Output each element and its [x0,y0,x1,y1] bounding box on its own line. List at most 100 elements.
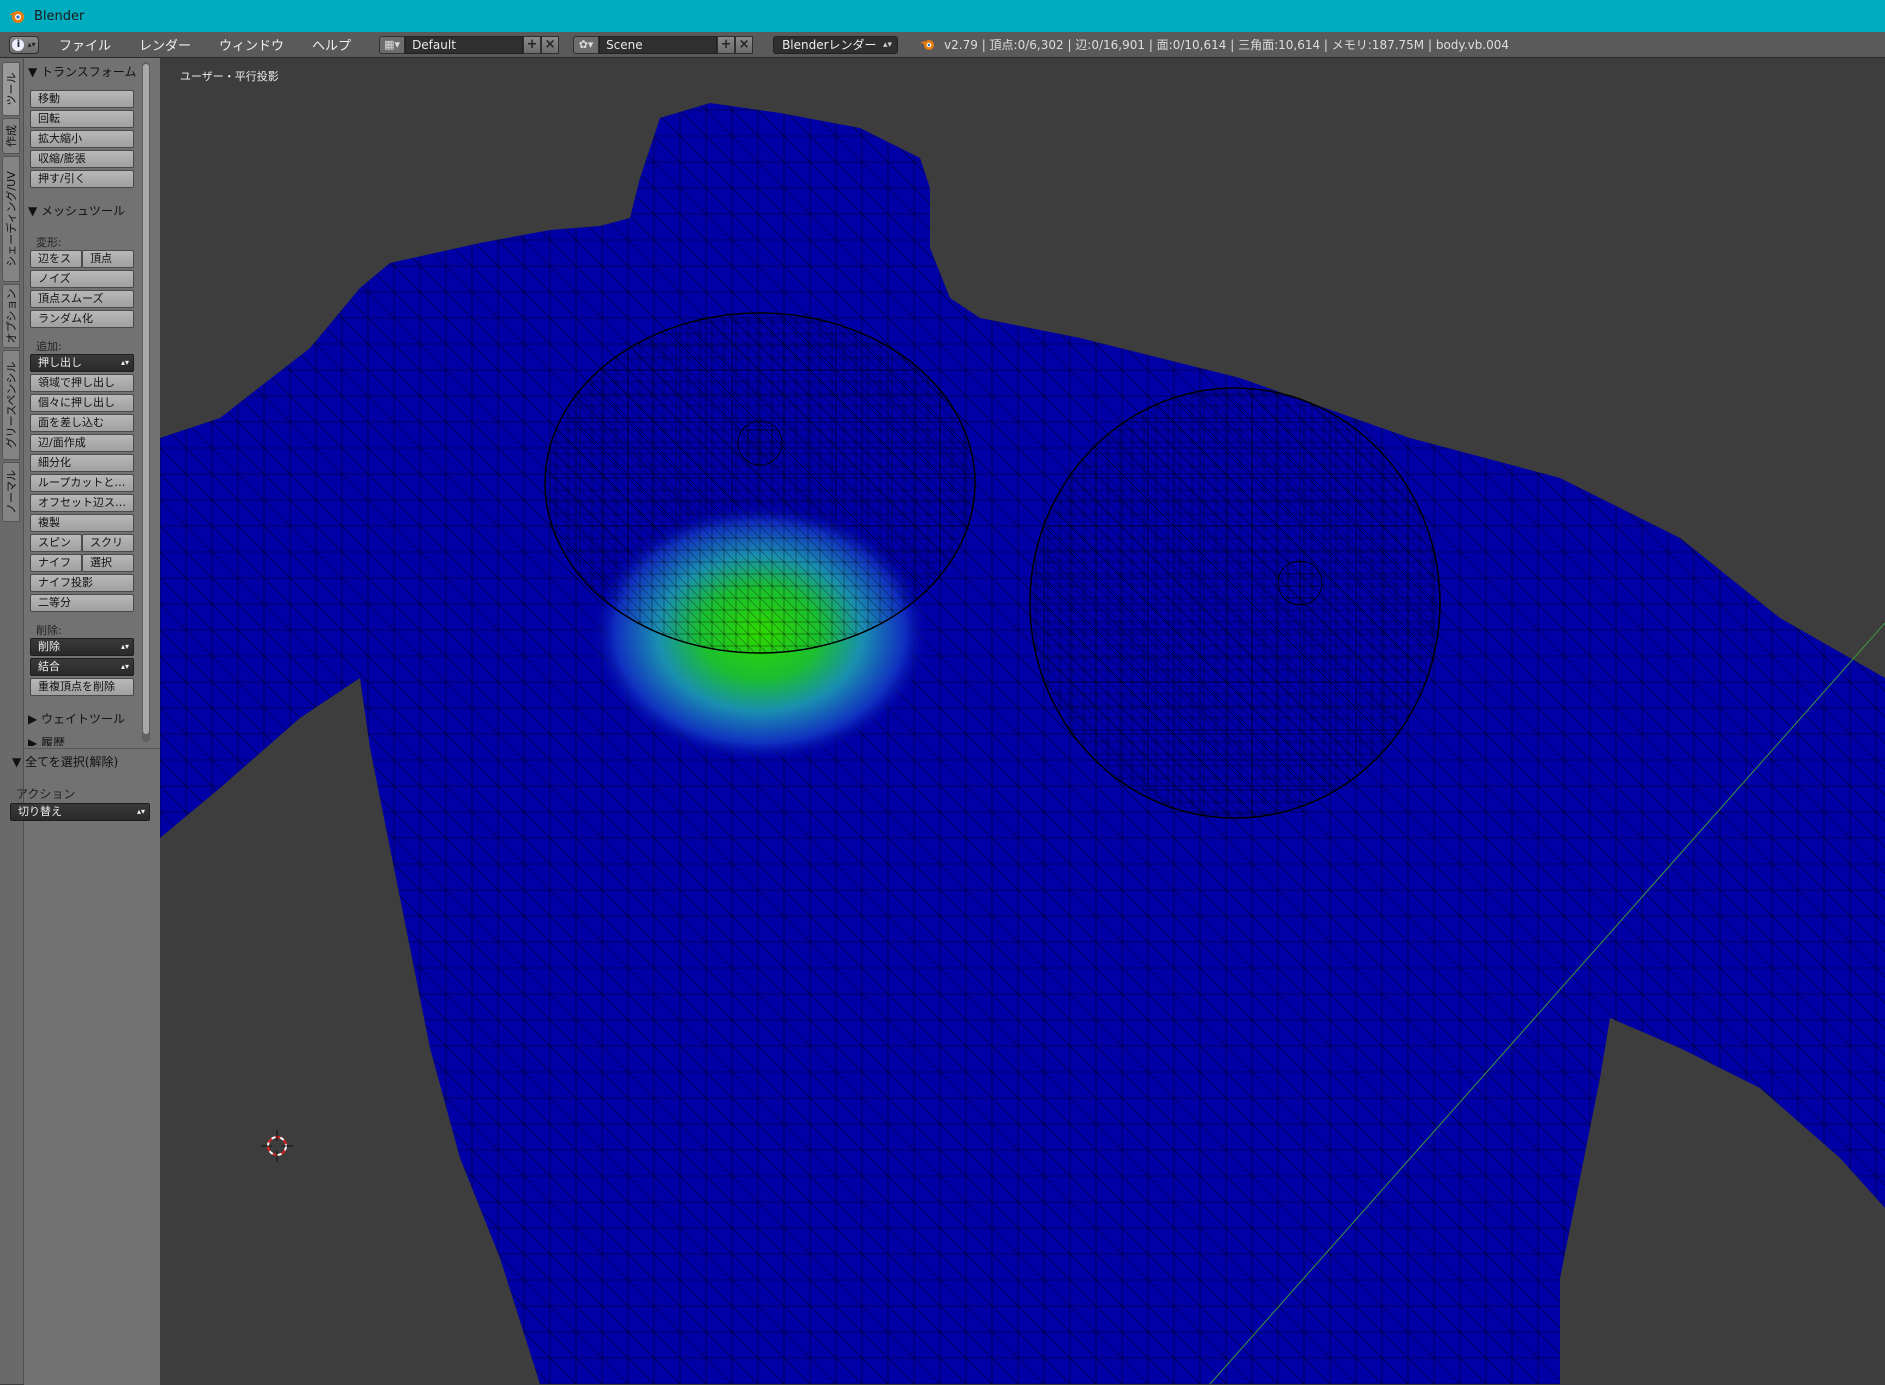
merge-label: 結合 [38,660,60,673]
tab-label: オプション [5,288,18,344]
extrude-label: 押し出し [38,356,82,369]
mesh-tools-panel-header[interactable]: ▼ メッシュツール [28,202,136,219]
tab-label: ノーマル [5,470,18,514]
info-header: i ▴▾ ファイル レンダー ウィンドウ ヘルプ ▦▾ Default + × … [0,32,1885,58]
right-chest-center [1277,560,1323,606]
3d-viewport[interactable]: ユーザー・平行投影 [160,58,1885,1384]
scale-button[interactable]: 拡大縮小 [30,130,134,148]
render-engine-label: Blenderレンダー [782,37,877,52]
delete-screen-button[interactable]: × [541,35,560,54]
left-chest-center [737,420,783,466]
blender-logo-icon [920,39,935,50]
viewport-view-label: ユーザー・平行投影 [180,70,279,83]
tab-label: シェーディング/UV [5,171,18,267]
tool-shelf: ▼ トランスフォーム 移動 回転 拡大縮小 収縮/膨張 押す/引く ▼ メッシュ… [10,58,160,1385]
knife-project-button[interactable]: ナイフ投影 [30,574,134,592]
scrollbar-thumb[interactable] [143,64,149,734]
tab-shading-uv[interactable]: シェーディング/UV [2,156,20,282]
tab-normals[interactable]: ノーマル [2,462,20,522]
chevron-updown-icon: ▴▾ [120,662,129,671]
tab-label: 作成 [5,125,18,147]
weight-tools-panel-header[interactable]: ▶ ウェイトツール [28,710,136,727]
subdivide-button[interactable]: 細分化 [30,454,134,472]
action-select[interactable]: 切り替え ▴▾ [10,803,150,821]
action-value: 切り替え [18,805,62,818]
move-button[interactable]: 移動 [30,90,134,108]
knife-select-button[interactable]: 選択 [82,554,134,572]
title-bar: Blender [0,0,1885,32]
extrude-region-button[interactable]: 領域で押し出し [30,374,134,392]
inset-faces-button[interactable]: 面を差し込む [30,414,134,432]
add-label: 追加: [36,340,62,353]
tab-tools[interactable]: ツール [2,62,20,116]
menu-window[interactable]: ウィンドウ [219,35,284,54]
editor-type-button[interactable]: i ▴▾ [9,35,39,54]
add-screen-button[interactable]: + [523,35,542,54]
tab-label: グリースペンシル [5,361,18,449]
render-engine-select[interactable]: Blenderレンダー ▴▾ [773,35,899,54]
push-pull-button[interactable]: 押す/引く [30,170,134,188]
randomize-button[interactable]: ランダム化 [30,310,134,328]
window-title: Blender [34,8,85,24]
loop-cut-button[interactable]: ループカットと… [30,474,134,492]
rotate-button[interactable]: 回転 [30,110,134,128]
select-all-toggle-header[interactable]: ▼ 全てを選択(解除) [12,753,152,770]
chevron-updown-icon: ▴▾ [136,807,145,816]
status-stats: v2.79 | 頂点:0/6,302 | 辺:0/16,901 | 面:0/10… [920,36,1509,53]
scene-icon[interactable]: ✿▾ [573,35,600,54]
chevron-updown-icon: ▴▾ [120,358,129,367]
transform-panel-header[interactable]: ▼ トランスフォーム [28,63,140,80]
screen-layout-field[interactable]: Default [405,35,524,54]
delete-select-label: 削除 [38,640,60,653]
noise-button[interactable]: ノイズ [30,270,134,288]
tool-shelf-scrollbar[interactable] [142,62,150,742]
tab-label: ツール [5,72,18,106]
chevron-updown-icon: ▴▾ [120,642,129,651]
scene-statistics: v2.79 | 頂点:0/6,302 | 辺:0/16,901 | 面:0/10… [944,38,1510,52]
blender-logo-icon [9,11,24,23]
tab-create[interactable]: 作成 [2,118,20,154]
mesh-render [160,103,1885,1384]
chevron-updown-icon: ▴▾ [883,39,893,50]
spin-button[interactable]: スピン [30,534,82,552]
shrink-fatten-button[interactable]: 収縮/膨張 [30,150,134,168]
remove-doubles-button[interactable]: 重複頂点を削除 [30,678,134,696]
info-icon: i [12,38,25,51]
extrude-select[interactable]: 押し出し ▴▾ [30,354,134,372]
smooth-vertex-button[interactable]: 頂点スムーズ [30,290,134,308]
chevron-updown-icon: ▴▾ [27,40,36,49]
tool-shelf-tabs: ツール 作成 シェーディング/UV オプション グリースペンシル ノーマル [0,58,24,1384]
action-label: アクション [16,787,76,801]
body-wireframe [160,103,1885,1384]
make-edge-face-button[interactable]: 辺/面作成 [30,434,134,452]
menu-help[interactable]: ヘルプ [312,35,351,54]
add-scene-button[interactable]: + [717,35,736,54]
tab-grease-pencil[interactable]: グリースペンシル [2,350,20,460]
left-chest-wireframe [545,313,975,653]
scene-field[interactable]: Scene [599,35,718,54]
scene-selector: ✿▾ Scene + × [573,35,754,54]
menu-render[interactable]: レンダー [139,35,191,54]
merge-select[interactable]: 結合 ▴▾ [30,658,134,676]
redo-panel: ▼ 全てを選択(解除) アクション 切り替え ▴▾ [10,748,160,1385]
delete-select[interactable]: 削除 ▴▾ [30,638,134,656]
edge-slide-button[interactable]: 辺をス [30,250,82,268]
delete-label: 削除: [36,624,62,637]
screen-layout-selector: ▦▾ Default + × [379,35,560,54]
main-menu: ファイル レンダー ウィンドウ ヘルプ [59,35,351,54]
screw-button[interactable]: スクリ [82,534,134,552]
history-panel-header[interactable]: ▶ 履歴 [28,734,136,746]
bisect-button[interactable]: 二等分 [30,594,134,612]
3d-cursor-icon [261,1130,293,1162]
knife-button[interactable]: ナイフ [30,554,82,572]
menu-file[interactable]: ファイル [59,35,111,54]
delete-scene-button[interactable]: × [735,35,754,54]
extrude-individual-button[interactable]: 個々に押し出し [30,394,134,412]
right-chest-wireframe [1030,388,1440,818]
deform-label: 変形: [36,236,62,249]
screen-layout-icon[interactable]: ▦▾ [379,35,406,54]
tab-options[interactable]: オプション [2,284,20,348]
vertex-slide-button[interactable]: 頂点 [82,250,134,268]
duplicate-button[interactable]: 複製 [30,514,134,532]
offset-edge-button[interactable]: オフセット辺ス… [30,494,134,512]
